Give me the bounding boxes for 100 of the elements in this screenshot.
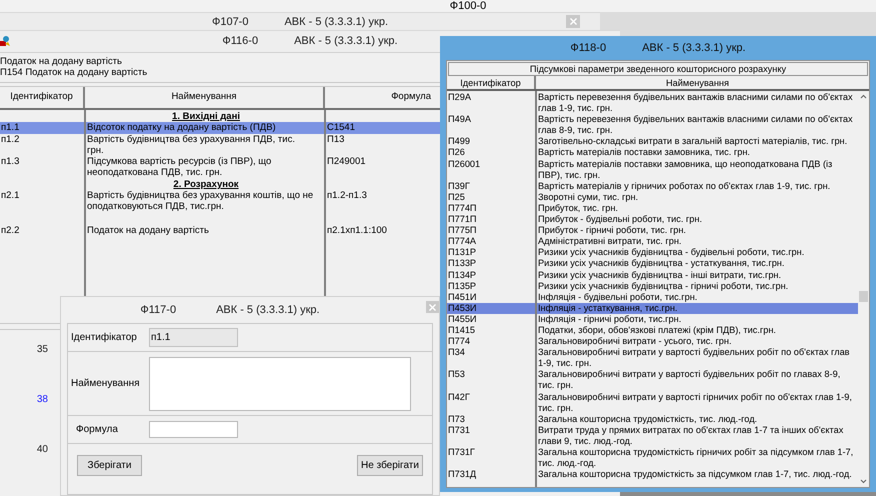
table-row[interactable]: П451И Інфляція - будівельні роботи, тис.грн. [447, 292, 858, 303]
table-cell-text: П774 [447, 336, 471, 348]
window-title: Ф118-0 [570, 40, 606, 56]
identifier-field[interactable]: п1.1 [149, 328, 238, 347]
table-cell-text: п2.1 [0, 190, 20, 204]
table-row[interactable]: П131Р Ризики усіх учасників будівництва - будівельні роботи, тис.грн. [447, 247, 858, 258]
column-header[interactable]: Найменування [85, 87, 325, 108]
table-cell-text: П1415 [447, 324, 476, 336]
scroll-down-icon[interactable] [860, 479, 867, 484]
table-cell-text: П774П [447, 202, 478, 214]
table-cell-text: П73 [447, 414, 466, 425]
close-icon [570, 18, 576, 25]
table-row[interactable]: П1415 Податки, збори, обов'язкові платежі (крім ПДВ), тис.грн. [447, 324, 858, 336]
dialog-app-name: АВК - 5 (3.3.3.1) укр. [216, 302, 320, 318]
table-cell-text: Ризики усіх учасників будівництва - будівельні роботи, тис.грн. [537, 247, 806, 258]
table-row[interactable]: П774П Прибуток, тис. грн. [447, 202, 858, 214]
table-row[interactable]: п1.2 Вартість будівництва без урахування ПДВ, тис. грн. П13 [0, 134, 440, 156]
table-cell-text: Прибуток - будівельні роботи, тис. грн. [537, 214, 704, 226]
table-cell-text: Зворотні суми, тис. грн. [537, 192, 640, 203]
table-row[interactable]: П731Д Загальна кошторисна трудомісткість за підсумком глав 1-7, тис. люд.-год. [447, 469, 858, 480]
table-row[interactable]: П49А Вартість перевезення будівельних вантажів власними силами по об'єктах глав 8-9, тис. грн. [447, 114, 858, 136]
table-cell-text: П135Р [447, 280, 478, 292]
table-cell-text: Прибуток, тис. грн. [537, 202, 619, 214]
table-cell-text: П49А [447, 114, 472, 126]
window-title: Ф116-0 [222, 34, 258, 50]
field-label: Ідентифікатор [70, 331, 138, 345]
table-row[interactable]: П25 Зворотні суми, тис. грн. [447, 192, 858, 203]
table-cell-text: Податки, збори, обов'язкові платежі (крім ПДВ), тис.грн. [537, 324, 777, 336]
table-row[interactable]: П39Г Вартість матеріалів у гірничих роботах по об'єктах глав 1-9, тис. грн. [447, 180, 858, 192]
table-cell-text: П451И [447, 292, 478, 303]
table-cell-text: Вартість перевезення будівельних вантажів власними силами по об'єктах глав 8-9, тис. грн. [537, 114, 854, 136]
table-cell-text: П731Г [447, 447, 476, 459]
scroll-thumb[interactable] [859, 291, 868, 302]
table-row[interactable]: п1.1 Відсоток податку на додану вартість (ПДВ) С1541 [0, 122, 440, 134]
table-cell-text: п1.2-п1.3 [326, 190, 368, 204]
close-button[interactable] [566, 15, 580, 28]
table-cell-text: п2.1хп1.1:100 [326, 224, 388, 236]
column-header[interactable]: Формула [325, 87, 439, 108]
dont-save-button[interactable]: Не зберігати [357, 455, 423, 476]
table-cell-text: Ризики усіх учасників будівництва - гірничі роботи, тис.грн. [537, 280, 790, 292]
table-cell-text: Підсумкова вартість ресурсів (із ПВР), що неоподаткована ПДВ, тис. грн. [86, 156, 272, 179]
number-text: 40 [36, 443, 48, 457]
table-cell-text: Загальна кошторисна трудомісткість, тис. люд.-год. [537, 414, 758, 425]
table-cell-text: П453И [447, 302, 478, 314]
table-row[interactable]: П774А Адміністративні витрати, тис. грн. [447, 236, 858, 248]
table-cell-text: Загальна кошторисна трудомісткість за підсумком глав 1-7, тис. люд.-год. [537, 469, 853, 480]
table-cell-text: П26001 [447, 158, 482, 171]
table-row[interactable]: п2.1 Вартість будівництва без урахування коштів, що не оподатковуються ПДВ, тис.грн. п1.2-п1.3 [0, 190, 440, 213]
table-cell-text: п1.1 [0, 122, 20, 134]
table-row[interactable]: П499 Заготівельно-складські витрати в загальній вартості матеріалів, тис. грн. [447, 136, 858, 148]
table-row[interactable]: П34 Загальновиробничі витрати у вартості будівельних робіт по об'єктах глав 1-9, тис. грн. [447, 347, 858, 370]
table-row[interactable]: П771П Прибуток - будівельні роботи, тис. грн. [447, 214, 858, 226]
column-header[interactable]: Ідентифікатор [447, 76, 536, 89]
table-cell-text: п2.2 [0, 224, 20, 236]
section-heading: 1. Вихідні дані [171, 111, 241, 122]
table-row[interactable]: П73 Загальна кошторисна трудомісткість, тис. люд.-год. [447, 414, 858, 425]
table-cell-text: Загальновиробничі витрати - усього, тис. грн. [537, 336, 733, 348]
table-row[interactable]: П731Г Загальна кошторисна трудомісткість гірничих робіт за підсумком глав 1-7, тис. люд.-год. [447, 447, 858, 470]
table-row[interactable]: П26 Вартість матеріалів поставки замовника, тис. грн. [447, 147, 858, 159]
table-cell-text: П34 [447, 347, 466, 360]
save-button[interactable]: Зберігати [77, 455, 142, 476]
dialog-title: Ф117-0 [140, 302, 176, 318]
table-cell-text: П42Г [447, 392, 471, 404]
window-app-name: АВК - 5 (3.3.3.1) укр. [294, 34, 398, 50]
table-row[interactable]: п1.3 Підсумкова вартість ресурсів (із ПВР), що неоподаткована ПДВ, тис. грн. П249001 [0, 156, 440, 179]
formula-input[interactable] [149, 421, 238, 438]
table-cell-text: Загальновиробничі витрати у вартості будівельних робіт по главах 8-9, тис. грн. [537, 369, 842, 392]
table-cell-text: Загальновиробничі витрати у вартості гірничих робіт по об'єктах глав 1-9, тис. грн. [537, 392, 853, 414]
table-row[interactable]: П42Г Загальновиробничі витрати у вартості гірничих робіт по об'єктах глав 1-9, тис. грн. [447, 392, 858, 414]
table-row[interactable]: П731 Витрати труда у прямих витратах по об'єктах глав 1-7 та інших об'єктах глави 9, тис. люд.-год. [447, 424, 858, 447]
header-text: Податок на додану вартість [0, 56, 122, 67]
column-header[interactable]: Ідентифікатор [0, 87, 85, 108]
table-row[interactable]: П134Р Ризики усіх учасників будівництва - інші витрати, тис.грн. [447, 270, 858, 281]
table-cell-text: П499 [447, 136, 471, 148]
table-cell-text: Вартість матеріалів поставки замовника, що неоподаткована ПДВ (із ПВР), тис. грн. [537, 158, 834, 181]
table-cell-text: Вартість матеріалів поставки замовника, тис. грн. [537, 147, 751, 159]
table-row[interactable]: П133Р Ризики усіх учасників будівництва - устаткування, тис.грн. [447, 258, 858, 270]
table-cell-text: Витрати труда у прямих витратах по об'єктах глав 1-7 та інших об'єктах глави 9, тис. люд.-год. [537, 424, 844, 447]
table-row[interactable]: П26001 Вартість матеріалів поставки замовника, що неоподаткована ПДВ (із ПВР), тис. грн. [447, 158, 858, 181]
window-app-name: АВК - 5 (3.3.3.1) укр. [284, 14, 388, 30]
section-heading: 2. Розрахунок [172, 178, 240, 190]
table-row[interactable]: П775П Прибуток - гірничі роботи, тис. грн. [447, 225, 858, 236]
table-row[interactable]: п2.2 Податок на додану вартість п2.1хп1.1:100 [0, 224, 440, 236]
table-row[interactable]: П135Р Ризики усіх учасників будівництва - гірничі роботи, тис.грн. [447, 280, 858, 292]
table-row[interactable]: П455И Інфляція - гірничі роботи, тис.грн. [447, 314, 858, 325]
table-cell-text: Інфляція - будівельні роботи, тис.грн. [537, 292, 698, 303]
table-row[interactable]: П774 Загальновиробничі витрати - усього, тис. грн. [447, 336, 858, 348]
table-cell-text: П249001 [326, 156, 367, 170]
close-button[interactable] [426, 301, 439, 313]
table-cell-text: П133Р [447, 258, 478, 270]
name-textarea[interactable] [149, 356, 411, 410]
table-row[interactable]: П453И Інфляція - устаткування, тис.грн. [447, 302, 858, 314]
scroll-up-icon[interactable] [860, 94, 867, 99]
column-header[interactable]: Найменування [536, 76, 869, 89]
table-row[interactable]: П53 Загальновиробничі витрати у вартості будівельних робіт по главах 8-9, тис. грн. [447, 369, 858, 392]
table-cell-text: П731 [447, 424, 471, 437]
table-cell-text: П771П [447, 214, 478, 226]
table-cell-text: Прибуток - гірничі роботи, тис. грн. [537, 225, 687, 236]
table-row[interactable]: П29А Вартість перевезення будівельних вантажів власними силами по об'єктах глав 1-9, тис. грн. [447, 92, 858, 114]
table-cell-text: П26 [447, 147, 466, 159]
